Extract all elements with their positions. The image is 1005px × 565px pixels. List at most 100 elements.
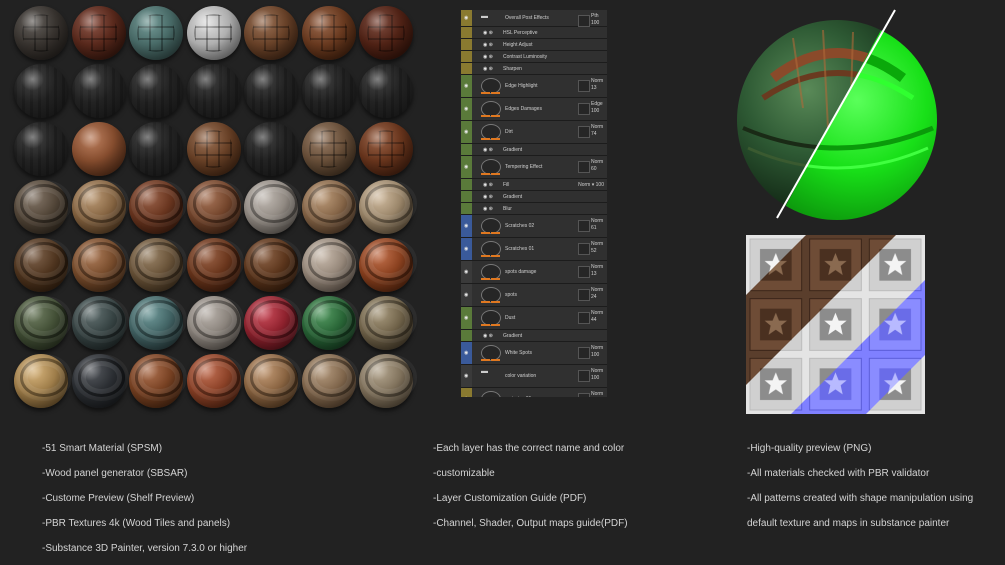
- effect-visibility-icon[interactable]: ◉ ⊛: [483, 42, 493, 48]
- layer-effect-row[interactable]: ◉ ⊛ Sharpen: [461, 63, 607, 75]
- blend-mode-opacity[interactable]: Norm 44: [591, 310, 605, 324]
- visibility-eye-icon[interactable]: ◉: [464, 396, 468, 397]
- blend-mode: Norm: [591, 218, 604, 224]
- layer-row[interactable]: ◉ spots Norm 24: [461, 284, 607, 307]
- layer-name: Overall Post Effects: [505, 15, 549, 21]
- layer-checkbox[interactable]: [578, 126, 590, 138]
- blend-mode-opacity[interactable]: Norm 13: [591, 264, 605, 278]
- visibility-eye-icon[interactable]: ◉: [464, 83, 468, 89]
- feature-item: -Wood panel generator (SBSAR): [42, 468, 188, 479]
- blend-mode-opacity[interactable]: Norm 13: [591, 78, 605, 92]
- layer-row[interactable]: ◉ White Spots Norm 100: [461, 342, 607, 365]
- feature-item: -High-quality preview (PNG): [747, 443, 872, 454]
- layer-mask-thumbnail: ▬: [481, 368, 488, 375]
- layer-row[interactable]: ◉ spots damage Norm 13: [461, 261, 607, 284]
- blend-mode-opacity[interactable]: Norm 24: [591, 287, 605, 301]
- layer-effect-row[interactable]: ◉ ⊛ Fill Norm ▾ 100: [461, 179, 607, 191]
- layer-checkbox[interactable]: [578, 393, 590, 397]
- visibility-eye-icon[interactable]: ◉: [464, 129, 468, 135]
- blend-mode-opacity[interactable]: Norm 61: [591, 218, 605, 232]
- layer-name: Edge Highlight: [505, 83, 538, 89]
- channel-indicator: [491, 301, 500, 303]
- channel-indicator: [481, 255, 490, 257]
- blend-mode: Norm: [578, 181, 591, 188]
- channel-indicator: [481, 278, 490, 280]
- layer-row[interactable]: ◉ Edges Damages Edge 100: [461, 98, 607, 121]
- channel-indicator: [481, 173, 490, 175]
- blend-mode-opacity[interactable]: Norm100: [591, 345, 605, 359]
- layer-effect-row[interactable]: ◉ ⊛ Gradient: [461, 330, 607, 342]
- opacity-value: 74: [591, 131, 597, 137]
- layer-checkbox[interactable]: [578, 15, 590, 27]
- layer-checkbox[interactable]: [578, 312, 590, 324]
- material-sphere: [301, 238, 356, 292]
- layer-name: Dust: [505, 315, 516, 321]
- blend-mode-dropdown[interactable]: Norm ▾ 100: [578, 182, 604, 188]
- layer-row[interactable]: ◉ ▬ Overall Post Effects Pth 100: [461, 10, 607, 27]
- visibility-eye-icon[interactable]: ◉: [464, 269, 468, 275]
- effect-visibility-icon[interactable]: ◉ ⊛: [483, 66, 493, 72]
- material-sphere: [359, 296, 413, 350]
- layer-checkbox[interactable]: [578, 347, 590, 359]
- layer-checkbox[interactable]: [578, 103, 590, 115]
- opacity-value: 100: [591, 20, 600, 26]
- blend-mode-opacity[interactable]: Norm 60: [591, 159, 605, 173]
- feature-list-materials: -51 Smart Material (SPSM) -Wood panel gen…: [42, 443, 342, 561]
- layer-checkbox[interactable]: [578, 161, 590, 173]
- blend-mode-opacity[interactable]: Norm100: [591, 391, 605, 397]
- blend-mode: Norm: [591, 264, 604, 270]
- blend-mode: Norm: [591, 78, 604, 84]
- layer-effect-row[interactable]: ◉ ⊛ Blur: [461, 203, 607, 215]
- layer-row[interactable]: ◉ emissive 01 Norm100: [461, 388, 607, 397]
- effect-visibility-icon[interactable]: ◉ ⊛: [483, 194, 493, 200]
- blend-mode-opacity[interactable]: Edge 100: [591, 101, 605, 115]
- layer-checkbox[interactable]: [578, 80, 590, 92]
- feature-item: -Layer Customization Guide (PDF): [433, 493, 587, 504]
- layer-checkbox[interactable]: [578, 243, 590, 255]
- visibility-eye-icon[interactable]: ◉: [464, 106, 468, 112]
- layer-effect-row[interactable]: ◉ ⊛ HSL Perceptive: [461, 27, 607, 39]
- layer-row[interactable]: ◉ Dirt Norm 74: [461, 121, 607, 144]
- effect-visibility-icon[interactable]: ◉ ⊛: [483, 147, 493, 153]
- layer-name: Contrast Luminosity: [503, 53, 548, 60]
- layer-checkbox[interactable]: [578, 220, 590, 232]
- layer-row[interactable]: ◉ Scratches 01 Norm 52: [461, 238, 607, 261]
- layer-checkbox[interactable]: [578, 370, 590, 382]
- effect-visibility-icon[interactable]: ◉ ⊛: [483, 54, 493, 60]
- layer-effect-row[interactable]: ◉ ⊛ Contrast Luminosity: [461, 51, 607, 63]
- blend-mode-opacity[interactable]: Norm 52: [591, 241, 605, 255]
- material-sphere: [244, 122, 298, 176]
- effect-visibility-icon[interactable]: ◉ ⊛: [483, 30, 493, 36]
- visibility-eye-icon[interactable]: ◉: [464, 350, 468, 356]
- layer-row[interactable]: ◉ Scratches 02 Norm 61: [461, 215, 607, 238]
- visibility-eye-icon[interactable]: ◉: [464, 164, 468, 170]
- visibility-eye-icon[interactable]: ◉: [464, 223, 468, 229]
- layer-name: emissive 01: [505, 396, 531, 397]
- layer-checkbox[interactable]: [578, 289, 590, 301]
- visibility-eye-icon[interactable]: ◉: [464, 315, 468, 321]
- effect-visibility-icon[interactable]: ◉ ⊛: [483, 182, 493, 188]
- layer-checkbox[interactable]: [578, 266, 590, 278]
- opacity-value: 60: [591, 166, 597, 172]
- layer-effect-row[interactable]: ◉ ⊛ Height Adjust: [461, 39, 607, 51]
- channel-indicator: [481, 115, 490, 117]
- layer-row[interactable]: ◉ Dust Norm 44: [461, 307, 607, 330]
- layer-row[interactable]: ◉ ▬ color variation Norm 100: [461, 365, 607, 388]
- layer-effect-row[interactable]: ◉ ⊛ Gradient: [461, 191, 607, 203]
- blend-mode-opacity[interactable]: Norm 74: [591, 124, 605, 138]
- layer-effect-row[interactable]: ◉ ⊛ Gradient: [461, 144, 607, 156]
- layer-color-tag: [461, 51, 472, 62]
- layer-row[interactable]: ◉ Tempering Effect Norm 60: [461, 156, 607, 179]
- channel-indicator: [481, 359, 490, 361]
- visibility-eye-icon[interactable]: ◉: [464, 292, 468, 298]
- visibility-eye-icon[interactable]: ◉: [464, 373, 468, 379]
- blend-mode-opacity[interactable]: Norm100: [591, 368, 605, 382]
- visibility-eye-icon[interactable]: ◉: [464, 246, 468, 252]
- layer-name: Edges Damages: [505, 106, 542, 112]
- effect-visibility-icon[interactable]: ◉ ⊛: [483, 206, 493, 212]
- blend-mode-opacity[interactable]: Pth 100: [591, 13, 605, 27]
- effect-visibility-icon[interactable]: ◉ ⊛: [483, 333, 493, 339]
- layer-row[interactable]: ◉ Edge Highlight Norm 13: [461, 75, 607, 98]
- feature-item: -Substance 3D Painter, version 7.3.0 or …: [42, 543, 248, 554]
- visibility-eye-icon[interactable]: ◉: [464, 15, 468, 21]
